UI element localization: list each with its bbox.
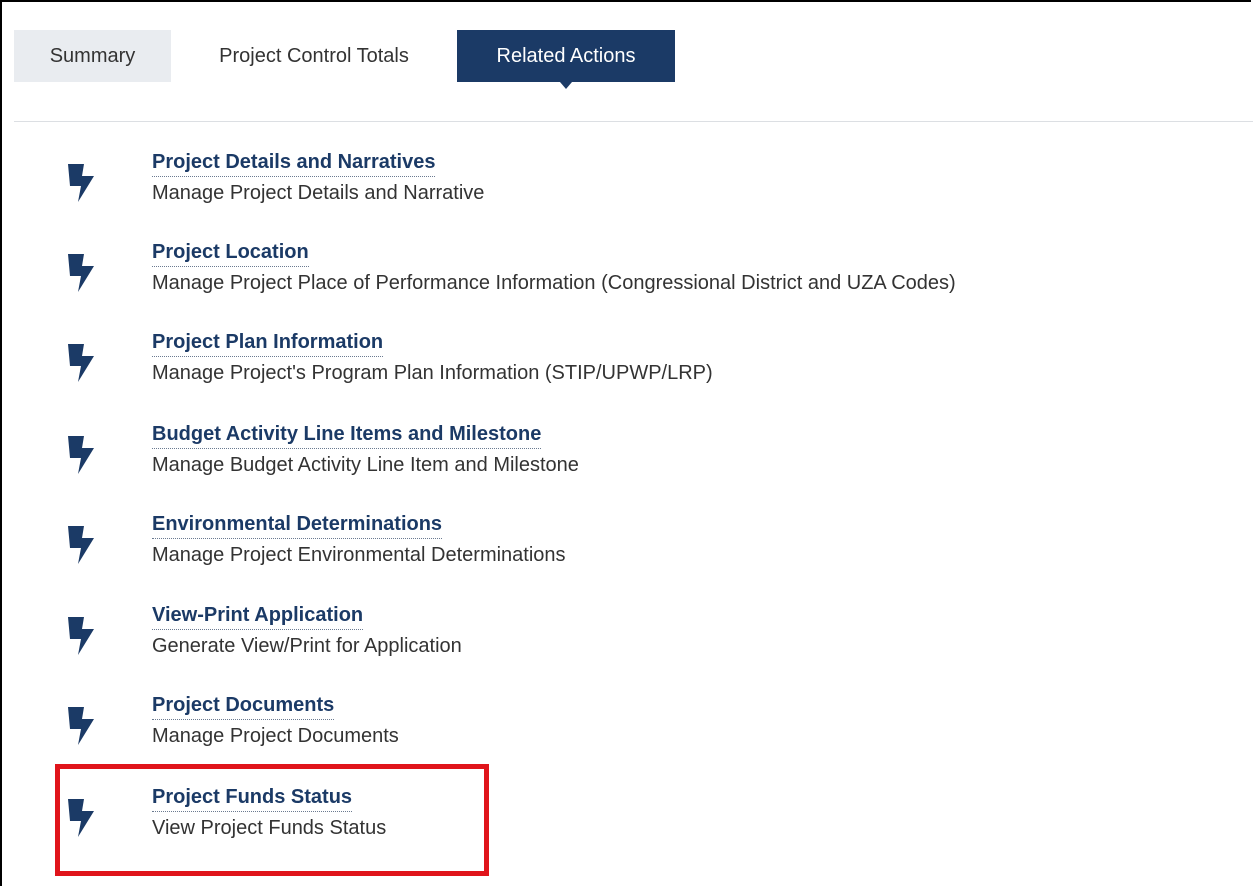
- tab-bar: Summary Project Control Totals Related A…: [14, 30, 675, 89]
- lightning-bolt-icon: [68, 617, 94, 655]
- action-link-budget-activity[interactable]: Budget Activity Line Items and Milestone: [152, 422, 542, 449]
- action-description: Manage Budget Activity Line Item and Mil…: [152, 454, 579, 476]
- highlight-box: [55, 764, 489, 876]
- active-tab-caret: [560, 82, 572, 89]
- tab-summary-label: Summary: [49, 44, 136, 67]
- action-item-project-documents: Project Documents Manage Project Documen…: [60, 693, 1240, 763]
- lightning-bolt-icon: [68, 164, 94, 202]
- tab-project-control-totals-label: Project Control Totals: [219, 44, 409, 67]
- action-item-project-location: Project Location Manage Project Place of…: [60, 240, 1240, 310]
- action-link-project-plan[interactable]: Project Plan Information: [152, 330, 384, 357]
- tab-project-control-totals[interactable]: Project Control Totals: [171, 30, 457, 82]
- action-item-project-details: Project Details and Narratives Manage Pr…: [60, 150, 1240, 220]
- tab-divider: [14, 121, 1253, 122]
- tab-summary[interactable]: Summary: [14, 30, 171, 82]
- lightning-bolt-icon: [68, 436, 94, 474]
- action-item-environmental: Environmental Determinations Manage Proj…: [60, 512, 1240, 582]
- action-link-project-details[interactable]: Project Details and Narratives: [152, 150, 436, 177]
- lightning-bolt-icon: [68, 344, 94, 382]
- action-link-project-documents[interactable]: Project Documents: [152, 693, 335, 720]
- action-item-project-plan: Project Plan Information Manage Project'…: [60, 330, 1240, 400]
- tab-related-actions[interactable]: Related Actions: [457, 30, 675, 89]
- action-description: Manage Project Details and Narrative: [152, 182, 485, 204]
- lightning-bolt-icon: [68, 707, 94, 745]
- action-item-view-print: View-Print Application Generate View/Pri…: [60, 603, 1240, 673]
- lightning-bolt-icon: [68, 254, 94, 292]
- action-description: Generate View/Print for Application: [152, 635, 462, 657]
- lightning-bolt-icon: [68, 526, 94, 564]
- action-link-project-location[interactable]: Project Location: [152, 240, 309, 267]
- action-description: Manage Project Environmental Determinati…: [152, 544, 566, 566]
- action-link-view-print[interactable]: View-Print Application: [152, 603, 364, 630]
- tab-related-actions-label: Related Actions: [496, 44, 636, 67]
- action-description: Manage Project Place of Performance Info…: [152, 272, 956, 294]
- action-description: Manage Project's Program Plan Informatio…: [152, 362, 713, 384]
- action-item-budget-activity: Budget Activity Line Items and Milestone…: [60, 422, 1240, 492]
- action-description: Manage Project Documents: [152, 725, 399, 747]
- action-link-environmental[interactable]: Environmental Determinations: [152, 512, 443, 539]
